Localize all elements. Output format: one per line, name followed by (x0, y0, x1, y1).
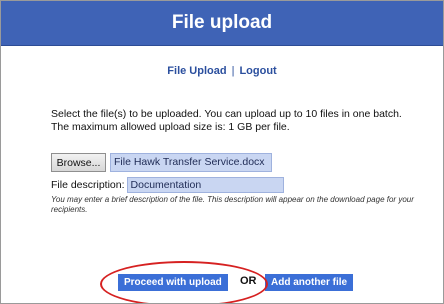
file-description-input[interactable]: Documentation (126, 177, 284, 193)
page-title: File upload (171, 12, 273, 33)
proceed-with-upload-button[interactable]: Proceed with upload (118, 274, 228, 291)
nav-logout-link[interactable]: Logout (239, 65, 276, 77)
browse-button[interactable]: Browse... (51, 153, 106, 172)
file-picker-row: Browse... File Hawk Transfer Service.doc… (51, 153, 272, 172)
file-description-label: File description: (51, 179, 125, 191)
instructions-line-2: The maximum allowed upload size is: 1 GB… (51, 121, 290, 133)
nav-separator: | (231, 65, 235, 77)
header-bar: File upload (1, 1, 443, 46)
add-another-file-button[interactable]: Add another file (265, 274, 354, 291)
description-hint: You may enter a brief description of the… (51, 195, 414, 214)
nav-file-upload-link[interactable]: File Upload (167, 65, 226, 77)
selected-file-field[interactable]: File Hawk Transfer Service.docx (110, 153, 272, 172)
or-text: OR (240, 275, 257, 287)
file-upload-window: File upload File Upload | Logout Select th… (0, 0, 444, 304)
file-description-row: File description: Documentation (51, 177, 284, 193)
top-nav: File Upload | Logout (1, 65, 443, 77)
upload-instructions: Select the file(s) to be uploaded. You c… (51, 108, 439, 134)
instructions-line-1: Select the file(s) to be uploaded. You c… (51, 108, 402, 120)
